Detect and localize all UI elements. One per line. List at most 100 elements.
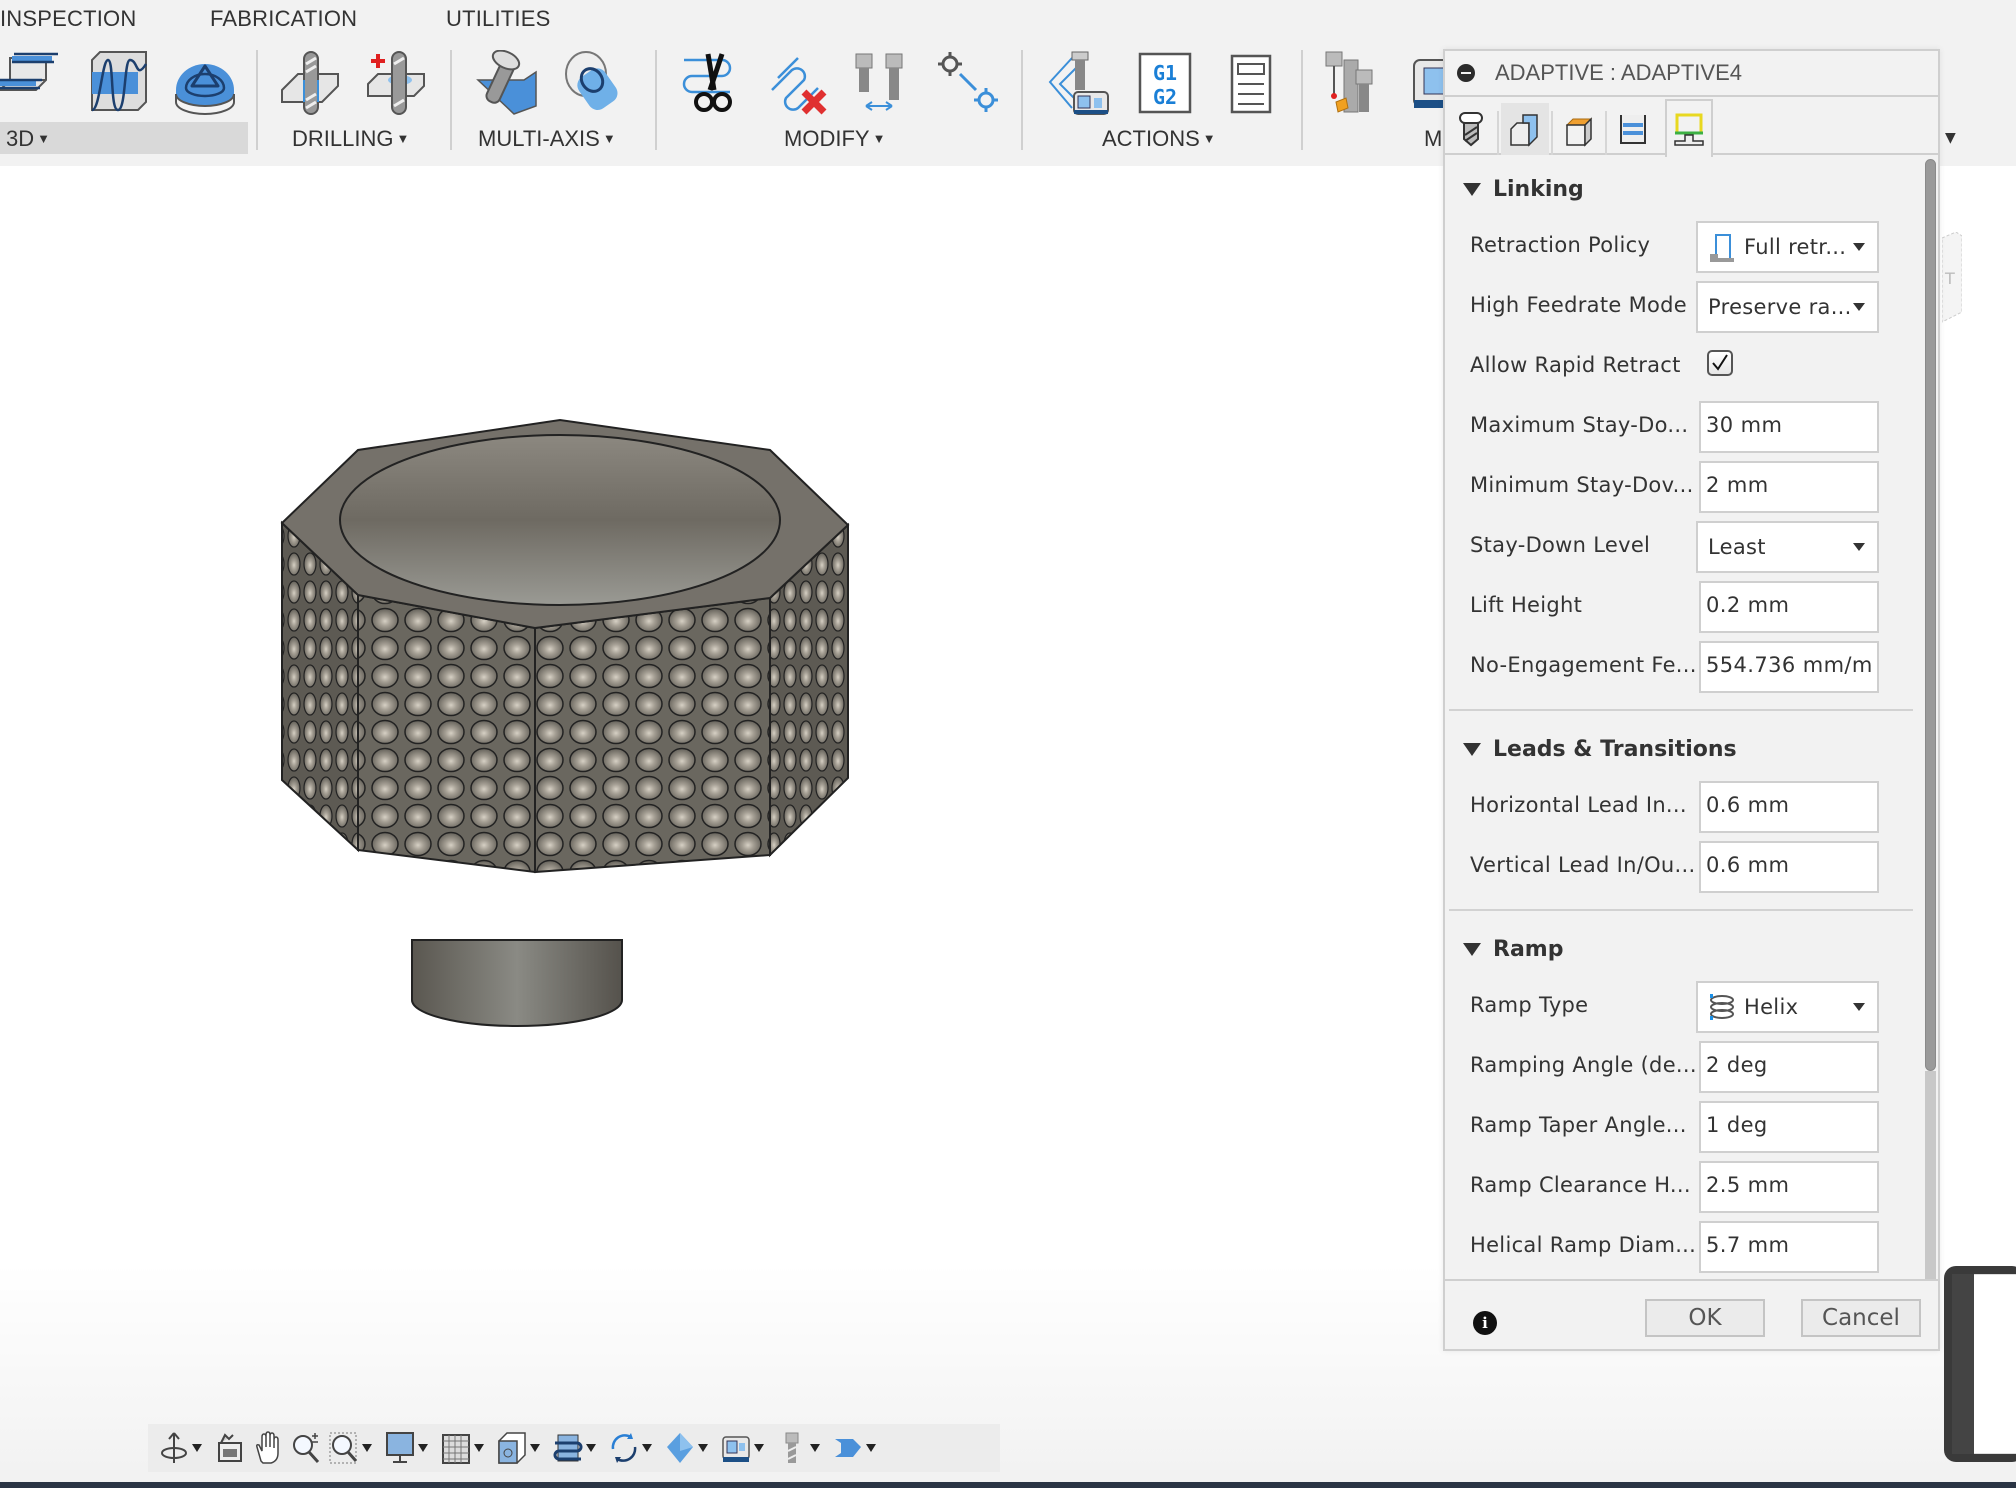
nav-rotate[interactable] xyxy=(608,1428,658,1468)
chevron-down-icon[interactable] xyxy=(474,1444,484,1452)
tab-passes[interactable] xyxy=(1609,103,1657,155)
swarf-icon[interactable] xyxy=(472,48,542,118)
vertical-lead-input[interactable]: 0.6 mm xyxy=(1699,841,1879,893)
grid-icon xyxy=(440,1431,472,1465)
tab-fabrication[interactable]: FABRICATION xyxy=(210,6,357,32)
drill-icon[interactable] xyxy=(276,48,346,118)
tab-utilities[interactable]: UTILITIES xyxy=(446,6,551,32)
collapse-icon[interactable] xyxy=(1457,64,1475,82)
ok-button[interactable]: OK xyxy=(1645,1299,1765,1337)
lift-height-input[interactable]: 0.2 mm xyxy=(1699,581,1879,633)
steep-and-shallow-icon[interactable] xyxy=(170,48,240,118)
tab-tool[interactable] xyxy=(1447,103,1495,155)
nav-display-settings[interactable] xyxy=(384,1428,434,1468)
dialog-scrollbar[interactable] xyxy=(1925,159,1936,1279)
window-thumbnail[interactable] xyxy=(1944,1266,2016,1462)
section-leads-transitions[interactable]: Leads & Transitions xyxy=(1463,737,1737,762)
group-drilling-label[interactable]: DRILLING ▼ xyxy=(292,126,409,152)
no-engagement-feedrate-input[interactable]: 554.736 mm/m xyxy=(1699,641,1879,693)
simulate-icon[interactable] xyxy=(1044,48,1114,118)
ramp-taper-angle-input[interactable]: 1 deg xyxy=(1699,1101,1879,1153)
setup-sheet-icon[interactable] xyxy=(1216,48,1286,118)
post-process-icon[interactable]: G1 G2 xyxy=(1130,48,1200,118)
high-feedrate-mode-select[interactable]: Preserve ra... xyxy=(1696,281,1879,333)
group-3d-label[interactable]: 3D ▼ xyxy=(6,126,50,152)
scrollbar-thumb[interactable] xyxy=(1925,159,1936,1071)
delete-toolpath-icon[interactable] xyxy=(762,48,832,118)
tab-inspection[interactable]: INSPECTION xyxy=(0,6,136,32)
row-no-engagement-feedrate: No-Engagement Fe... 554.736 mm/m xyxy=(1445,641,1917,693)
tool-library-icon[interactable] xyxy=(1320,48,1390,118)
nav-zoom[interactable] xyxy=(290,1428,322,1468)
view-cube[interactable]: T xyxy=(1941,231,1963,342)
toolbar-separator xyxy=(256,50,258,150)
section-divider xyxy=(1449,709,1913,711)
stay-down-level-select[interactable]: Least xyxy=(1696,521,1879,573)
ramp-clearance-height-input[interactable]: 2.5 mm xyxy=(1699,1161,1879,1213)
nav-view-cube[interactable] xyxy=(496,1428,546,1468)
tool-move-icon[interactable] xyxy=(848,48,918,118)
collapse-triangle-icon xyxy=(1463,943,1481,956)
adaptive-clearing-icon[interactable] xyxy=(0,48,64,118)
group-manage-label[interactable]: M xyxy=(1424,126,1442,152)
nav-pan[interactable] xyxy=(252,1428,284,1468)
pocket-clearing-icon[interactable] xyxy=(84,48,154,118)
tab-heights[interactable] xyxy=(1555,103,1603,155)
chevron-down-icon[interactable] xyxy=(754,1444,764,1452)
svg-text:T: T xyxy=(1944,269,1955,288)
nav-grid[interactable] xyxy=(440,1428,490,1468)
group-modify-label[interactable]: MODIFY ▼ xyxy=(784,126,885,152)
nav-toolpath-display[interactable] xyxy=(552,1428,602,1468)
retraction-policy-select[interactable]: Full retr... xyxy=(1696,221,1879,273)
point-transform-icon[interactable] xyxy=(934,48,1004,118)
group-multi-axis-label[interactable]: MULTI-AXIS ▼ xyxy=(478,126,616,152)
fusion-cam-window: INSPECTION FABRICATION UTILITIES 3D ▼ DRI… xyxy=(0,0,2016,1488)
field-label: High Feedrate Mode xyxy=(1470,293,1687,317)
allow-rapid-retract-checkbox[interactable] xyxy=(1707,350,1733,376)
chevron-down-icon[interactable] xyxy=(698,1444,708,1452)
select-value: Helix xyxy=(1744,995,1799,1019)
horizontal-lead-input[interactable]: 0.6 mm xyxy=(1699,781,1879,833)
chevron-down-icon[interactable] xyxy=(866,1444,876,1452)
min-stay-down-input[interactable]: 2 mm xyxy=(1699,461,1879,513)
chevron-down-icon[interactable] xyxy=(530,1444,540,1452)
tab-geometry[interactable] xyxy=(1501,103,1549,155)
scrollbar-track[interactable] xyxy=(1925,1071,1936,1279)
section-divider xyxy=(1449,909,1913,911)
helical-ramp-diameter-input[interactable]: 5.7 mm xyxy=(1699,1221,1879,1273)
chevron-down-icon[interactable] xyxy=(192,1444,202,1452)
3d-model-knob[interactable] xyxy=(270,410,860,1050)
info-icon[interactable]: i xyxy=(1473,1311,1497,1335)
nav-zoom-window[interactable] xyxy=(328,1428,378,1468)
tab-linking[interactable] xyxy=(1665,99,1713,157)
ramp-type-select[interactable]: Helix xyxy=(1696,981,1879,1033)
chevron-down-icon[interactable]: ▼ xyxy=(1945,130,1956,146)
row-lift-height: Lift Height 0.2 mm xyxy=(1445,581,1917,633)
chevron-down-icon[interactable] xyxy=(418,1444,428,1452)
trim-toolpath-icon[interactable] xyxy=(676,48,746,118)
chevron-down-icon[interactable] xyxy=(810,1444,820,1452)
nav-machine[interactable] xyxy=(720,1428,770,1468)
chevron-down-icon[interactable] xyxy=(362,1444,372,1452)
multi-axis-contour-icon[interactable] xyxy=(558,48,628,118)
row-high-feedrate-mode: High Feedrate Mode Preserve ra... xyxy=(1445,281,1917,333)
ramping-angle-input[interactable]: 2 deg xyxy=(1699,1041,1879,1093)
collapse-triangle-icon xyxy=(1463,183,1481,196)
dock-bar xyxy=(0,1482,2016,1488)
nav-stock[interactable] xyxy=(664,1428,714,1468)
dialog-header[interactable]: ADAPTIVE : ADAPTIVE4 xyxy=(1445,51,1938,97)
nav-orbit[interactable] xyxy=(158,1428,208,1468)
hole-recognition-icon[interactable] xyxy=(362,48,432,118)
heights-icon xyxy=(1565,117,1593,147)
section-linking[interactable]: Linking xyxy=(1463,177,1584,202)
chevron-down-icon[interactable] xyxy=(586,1444,596,1452)
chevron-down-icon: ▼ xyxy=(396,131,410,146)
section-ramp[interactable]: Ramp xyxy=(1463,937,1563,962)
nav-look-at[interactable] xyxy=(214,1428,246,1468)
group-actions-label[interactable]: ACTIONS ▼ xyxy=(1102,126,1216,152)
nav-tool-display[interactable] xyxy=(776,1428,826,1468)
chevron-down-icon[interactable] xyxy=(642,1444,652,1452)
nav-fixture[interactable] xyxy=(832,1428,882,1468)
cancel-button[interactable]: Cancel xyxy=(1801,1299,1921,1337)
max-stay-down-input[interactable]: 30 mm xyxy=(1699,401,1879,453)
